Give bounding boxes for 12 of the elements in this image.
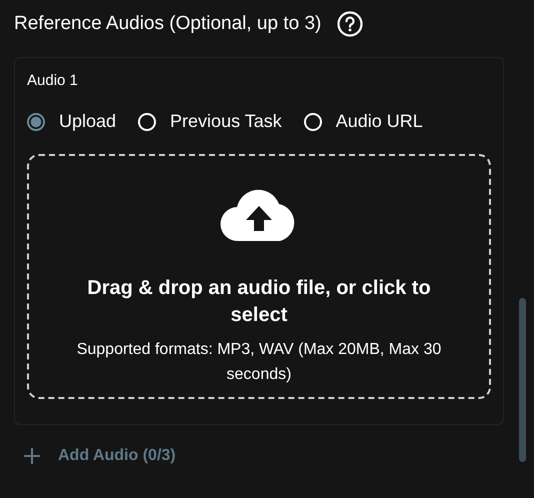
dropzone[interactable]: Drag & drop an audio file, or click to select Supported formats: MP3, WAV (Max 20MB, Max 30 seconds) [27,154,491,399]
dropzone-hint: Supported formats: MP3, WAV (Max 20MB, Max 30 seconds) [76,340,442,385]
source-radio[interactable]: Upload [27,111,116,132]
audio-title: Audio 1 [27,72,79,89]
source-radio[interactable]: Previous Task [138,111,282,132]
scrollbar-thumb[interactable] [519,298,526,462]
plus-icon [24,448,40,464]
add-audio-button[interactable]: Add Audio (0/3) [24,447,176,465]
source-radio[interactable]: Audio URL [304,111,423,132]
section-title: Reference Audios (Optional, up to 3) [14,13,322,35]
help-icon[interactable] [337,11,364,37]
dropzone-heading: Drag & drop an audio file, or click to select [86,276,432,328]
